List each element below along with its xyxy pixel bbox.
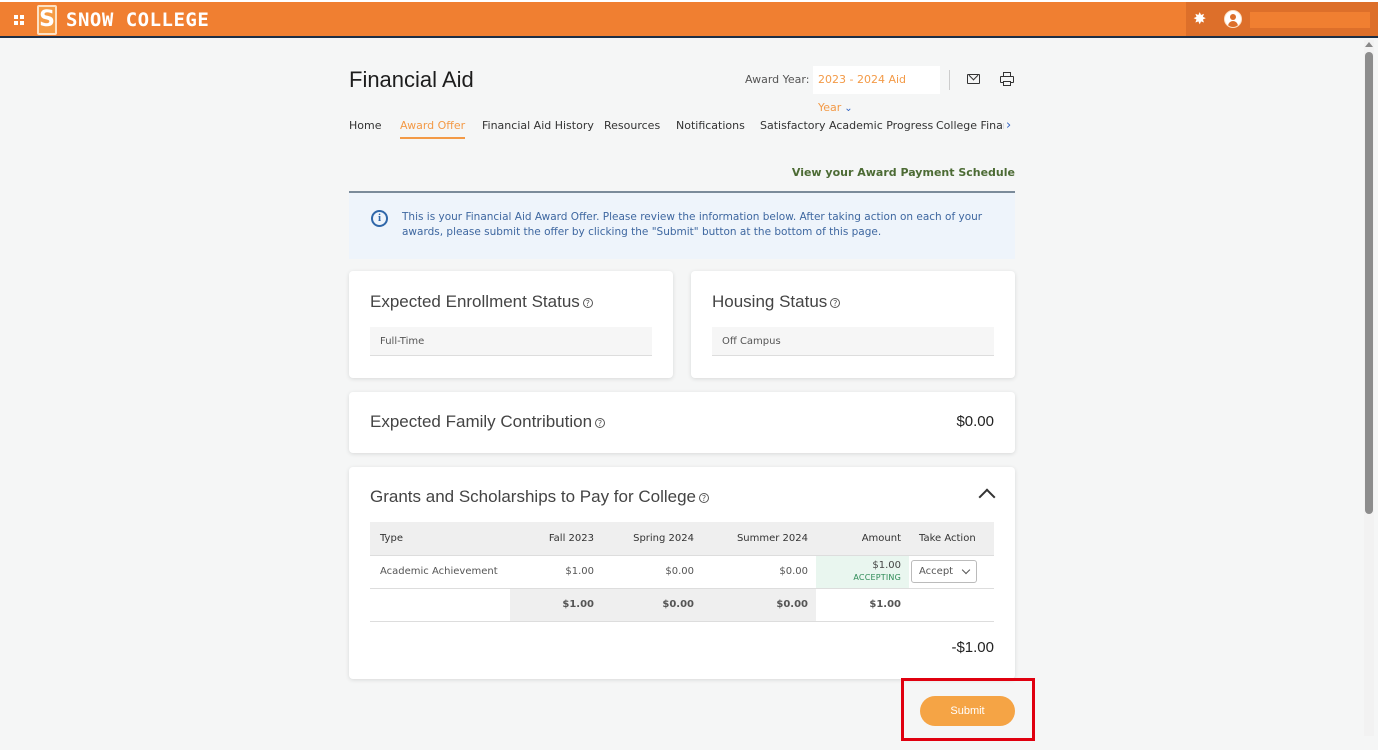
award-summer: $0.00 bbox=[702, 555, 816, 589]
print-icon[interactable] bbox=[1000, 72, 1014, 86]
enrollment-status-title: Expected Enrollment Status? bbox=[370, 291, 593, 313]
housing-status-value: Off Campus bbox=[712, 327, 994, 356]
award-year-label: Award Year: bbox=[745, 73, 810, 86]
tab-award-offer[interactable]: Award Offer bbox=[400, 118, 466, 139]
take-action-select[interactable]: Accept bbox=[911, 560, 977, 583]
total-fall: $1.00 bbox=[510, 588, 602, 622]
column-header-summer: Summer 2024 bbox=[702, 522, 816, 556]
divider bbox=[949, 70, 950, 90]
email-icon[interactable] bbox=[967, 74, 980, 84]
college-logo-icon[interactable]: S bbox=[37, 5, 57, 35]
total-amount: $1.00 bbox=[816, 588, 909, 622]
user-name-redacted[interactable] bbox=[1250, 12, 1370, 28]
remaining-amount: -$1.00 bbox=[951, 639, 994, 656]
tab-home[interactable]: Home bbox=[349, 118, 381, 134]
totals-row: $1.00 $0.00 $0.00 $1.00 bbox=[370, 588, 994, 622]
chevron-down-icon: ⌄ bbox=[844, 103, 853, 114]
enrollment-status-card: Expected Enrollment Status? Full-Time bbox=[349, 271, 673, 378]
chevron-down-icon bbox=[961, 565, 971, 575]
tab-college-financing[interactable]: College Finan bbox=[936, 118, 1010, 134]
award-fall: $1.00 bbox=[510, 555, 602, 589]
info-banner: i This is your Financial Aid Award Offer… bbox=[349, 193, 1015, 259]
help-icon[interactable]: ? bbox=[699, 492, 710, 503]
column-header-type: Type bbox=[370, 522, 510, 556]
award-spring: $0.00 bbox=[602, 555, 702, 589]
scroll-up-arrow-icon[interactable] bbox=[1365, 42, 1373, 47]
gear-icon[interactable]: ✸ bbox=[1193, 10, 1206, 28]
efc-card: Expected Family Contribution? $0.00 bbox=[349, 392, 1015, 453]
top-navigation-bar: S SNOW COLLEGE ✸ bbox=[0, 0, 1378, 38]
page-scrollbar[interactable] bbox=[1364, 40, 1374, 736]
total-summer: $0.00 bbox=[702, 588, 816, 622]
take-action-cell: Accept bbox=[909, 555, 994, 589]
totals-label bbox=[370, 588, 510, 622]
award-year-value: 2023 - 2024 Aid Year bbox=[818, 73, 907, 114]
grants-scholarships-card: Grants and Scholarships to Pay for Colle… bbox=[349, 467, 1015, 679]
award-amount-cell: $1.00 ACCEPTING bbox=[816, 555, 909, 589]
totals-empty bbox=[909, 588, 994, 622]
tab-financial-aid-history[interactable]: Financial Aid History bbox=[482, 118, 594, 134]
help-icon[interactable]: ? bbox=[830, 297, 841, 308]
chevron-right-icon[interactable]: › bbox=[1004, 118, 1012, 134]
brand-name[interactable]: SNOW COLLEGE bbox=[66, 8, 209, 32]
column-header-spring: Spring 2024 bbox=[602, 522, 702, 556]
housing-status-card: Housing Status? Off Campus bbox=[691, 271, 1015, 378]
help-icon[interactable]: ? bbox=[595, 417, 606, 428]
info-message: This is your Financial Aid Award Offer. … bbox=[402, 211, 983, 238]
submit-button[interactable]: Submit bbox=[920, 696, 1015, 726]
column-header-amount: Amount bbox=[816, 522, 909, 556]
column-header-take-action: Take Action bbox=[909, 522, 994, 556]
housing-status-title: Housing Status? bbox=[712, 291, 841, 313]
grants-title: Grants and Scholarships to Pay for Colle… bbox=[370, 486, 710, 508]
apps-grid-icon[interactable] bbox=[14, 15, 24, 25]
table-row: Academic Achievement $1.00 $0.00 $0.00 $… bbox=[370, 555, 994, 589]
table-header-row: Type Fall 2023 Spring 2024 Summer 2024 A… bbox=[370, 522, 994, 556]
award-payment-schedule-link[interactable]: View your Award Payment Schedule bbox=[792, 165, 1015, 181]
scrollbar-thumb[interactable] bbox=[1365, 52, 1373, 514]
efc-amount: $0.00 bbox=[956, 413, 994, 430]
award-type: Academic Achievement bbox=[370, 555, 510, 589]
total-spring: $0.00 bbox=[602, 588, 702, 622]
page-title: Financial Aid bbox=[349, 67, 474, 92]
column-header-fall: Fall 2023 bbox=[510, 522, 602, 556]
enrollment-status-value: Full-Time bbox=[370, 327, 652, 356]
award-amount: $1.00 bbox=[872, 559, 901, 571]
tab-satisfactory-academic-progress[interactable]: Satisfactory Academic Progress bbox=[760, 118, 933, 134]
tab-resources[interactable]: Resources bbox=[604, 118, 660, 134]
awards-table: Type Fall 2023 Spring 2024 Summer 2024 A… bbox=[370, 522, 994, 622]
user-avatar-icon[interactable] bbox=[1224, 10, 1242, 28]
help-icon[interactable]: ? bbox=[582, 297, 593, 308]
status-badge: ACCEPTING bbox=[853, 572, 901, 582]
info-icon: i bbox=[371, 210, 388, 227]
award-year-select[interactable]: 2023 - 2024 Aid Year ⌄ bbox=[813, 66, 940, 114]
efc-title: Expected Family Contribution? bbox=[370, 411, 606, 433]
chevron-up-icon[interactable] bbox=[978, 488, 996, 506]
tab-bar: Home Award Offer Financial Aid History R… bbox=[349, 118, 1015, 142]
tab-notifications[interactable]: Notifications bbox=[676, 118, 745, 134]
